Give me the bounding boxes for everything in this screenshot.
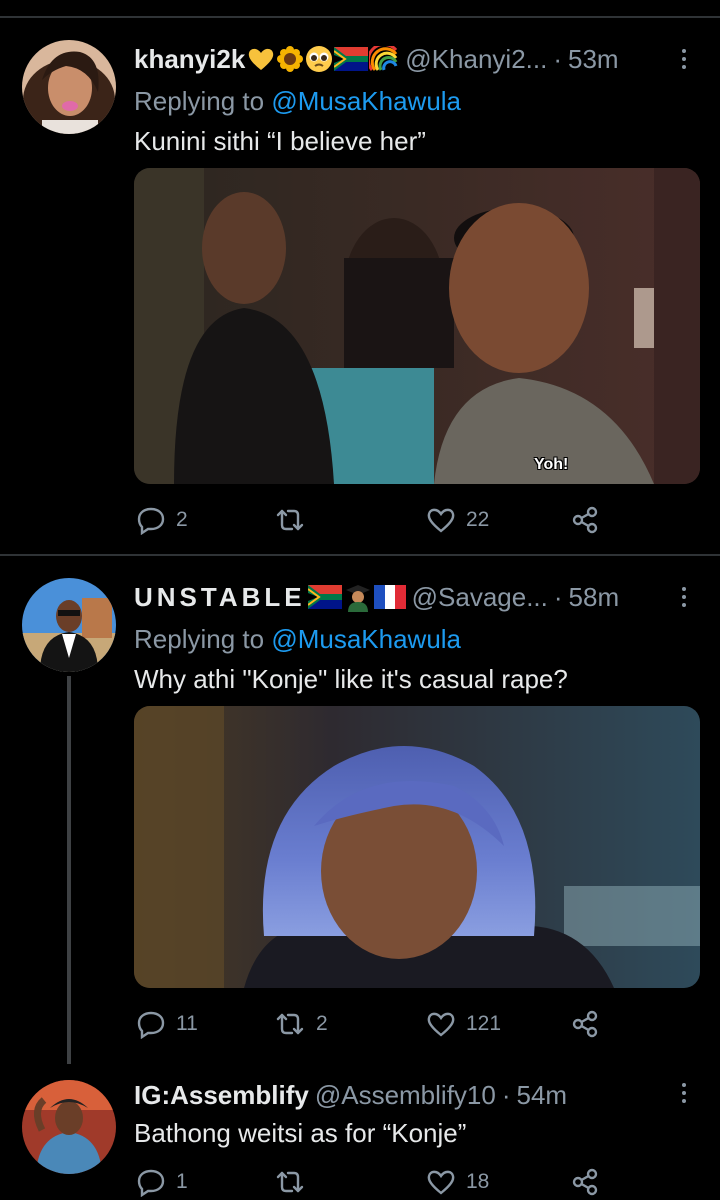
avatar[interactable] <box>22 1080 116 1174</box>
thread-line <box>67 676 71 1064</box>
reply-icon <box>137 507 165 535</box>
display-name[interactable]: IG:Assemblify <box>134 1080 309 1111</box>
more-options-icon[interactable] <box>674 1078 694 1108</box>
avatar[interactable] <box>22 578 116 672</box>
share-icon <box>572 1168 598 1196</box>
reply-icon <box>137 1169 165 1197</box>
more-options-icon[interactable] <box>674 582 694 612</box>
replying-to-label: Replying to <box>134 86 265 116</box>
name-emojis <box>247 45 399 73</box>
like-count: 18 <box>466 1170 490 1193</box>
reply-count: 1 <box>176 1170 188 1193</box>
tweet-header: IG:Assemblify @Assemblify10 · 54m <box>134 1078 660 1112</box>
like-button[interactable]: 22 <box>426 502 489 538</box>
retweet-icon <box>276 1171 304 1193</box>
sunflower-icon <box>277 46 304 72</box>
reply-count: 2 <box>176 508 188 531</box>
reply-button[interactable]: 1 <box>136 1164 188 1200</box>
tweet-media[interactable] <box>134 706 700 988</box>
retweet-icon <box>276 1013 304 1035</box>
retweet-count: 2 <box>316 1012 328 1035</box>
retweet-button[interactable] <box>274 502 316 538</box>
france-flag-icon <box>373 585 406 609</box>
tweet-text: Kunini sithi “I believe her” <box>134 126 426 156</box>
south-africa-flag-icon <box>307 585 342 609</box>
media-caption: Yoh! <box>534 456 569 473</box>
name-emojis <box>307 582 406 612</box>
user-handle[interactable]: @Savage... <box>412 582 548 613</box>
separator-dot: · <box>501 1079 511 1110</box>
tweet-3[interactable]: IG:Assemblify @Assemblify10 · 54m Bathon… <box>0 1066 720 1197</box>
rainbow-icon <box>369 46 398 71</box>
like-button[interactable]: 18 <box>426 1164 489 1200</box>
timestamp[interactable]: 54m <box>517 1080 568 1111</box>
tweet-actions: 2 22 <box>134 502 614 538</box>
replying-to-label: Replying to <box>134 624 265 654</box>
avatar[interactable] <box>22 40 116 134</box>
reply-button[interactable]: 11 <box>136 1006 198 1042</box>
like-button[interactable]: 121 <box>426 1006 501 1042</box>
student-icon <box>345 585 370 612</box>
share-button[interactable] <box>570 1006 600 1042</box>
share-button[interactable] <box>570 1164 600 1200</box>
reply-icon <box>137 1011 165 1039</box>
tweet-text: Why athi "Konje" like it's casual rape? <box>134 664 568 694</box>
share-button[interactable] <box>570 502 600 538</box>
reply-count: 11 <box>176 1012 198 1035</box>
like-count: 22 <box>466 508 490 531</box>
display-name[interactable]: khanyi2k <box>134 44 245 75</box>
tweet-header: khanyi2k @Khanyi2... · 53m <box>134 42 660 76</box>
user-handle[interactable]: @Khanyi2... <box>405 44 547 75</box>
tweet-1[interactable]: khanyi2k @Khanyi2... · 53m Replying to @… <box>0 0 720 556</box>
timestamp[interactable]: 58m <box>569 582 620 613</box>
retweet-icon <box>276 509 304 531</box>
like-count: 121 <box>466 1012 502 1035</box>
heart-icon <box>427 508 455 533</box>
pleading-face-icon <box>306 46 333 72</box>
share-icon <box>572 506 598 534</box>
retweet-button[interactable]: 2 <box>274 1006 328 1042</box>
reply-button[interactable]: 2 <box>136 502 188 538</box>
replying-to: Replying to @MusaKhawula <box>134 624 461 655</box>
mention-link[interactable]: @MusaKhawula <box>271 624 461 654</box>
heart-icon <box>427 1012 455 1037</box>
timestamp[interactable]: 53m <box>568 44 619 75</box>
more-options-icon[interactable] <box>674 44 694 74</box>
separator-dot: · <box>553 581 563 612</box>
heart-icon <box>427 1170 455 1195</box>
yellow-heart-icon <box>249 48 274 70</box>
tweet-actions: 1 18 <box>134 1164 614 1200</box>
tweet-header: UNSTABLE @Savage... · 58m <box>134 580 660 614</box>
mention-link[interactable]: @MusaKhawula <box>271 86 461 116</box>
tweet-actions: 11 2 121 <box>134 1006 614 1042</box>
replying-to: Replying to @MusaKhawula <box>134 86 461 117</box>
share-icon <box>572 1010 598 1038</box>
tweet-media[interactable]: Yoh! <box>134 168 700 484</box>
tweet-2[interactable]: UNSTABLE @Savage... · 58m Replying to @M… <box>0 556 720 1066</box>
separator-dot: · <box>553 43 562 74</box>
retweet-button[interactable] <box>274 1164 316 1200</box>
display-name[interactable]: UNSTABLE <box>134 582 306 613</box>
south-africa-flag-icon <box>334 47 369 71</box>
tweet-text: Bathong weitsi as for “Konje” <box>134 1118 467 1148</box>
user-handle[interactable]: @Assemblify10 <box>315 1080 496 1111</box>
